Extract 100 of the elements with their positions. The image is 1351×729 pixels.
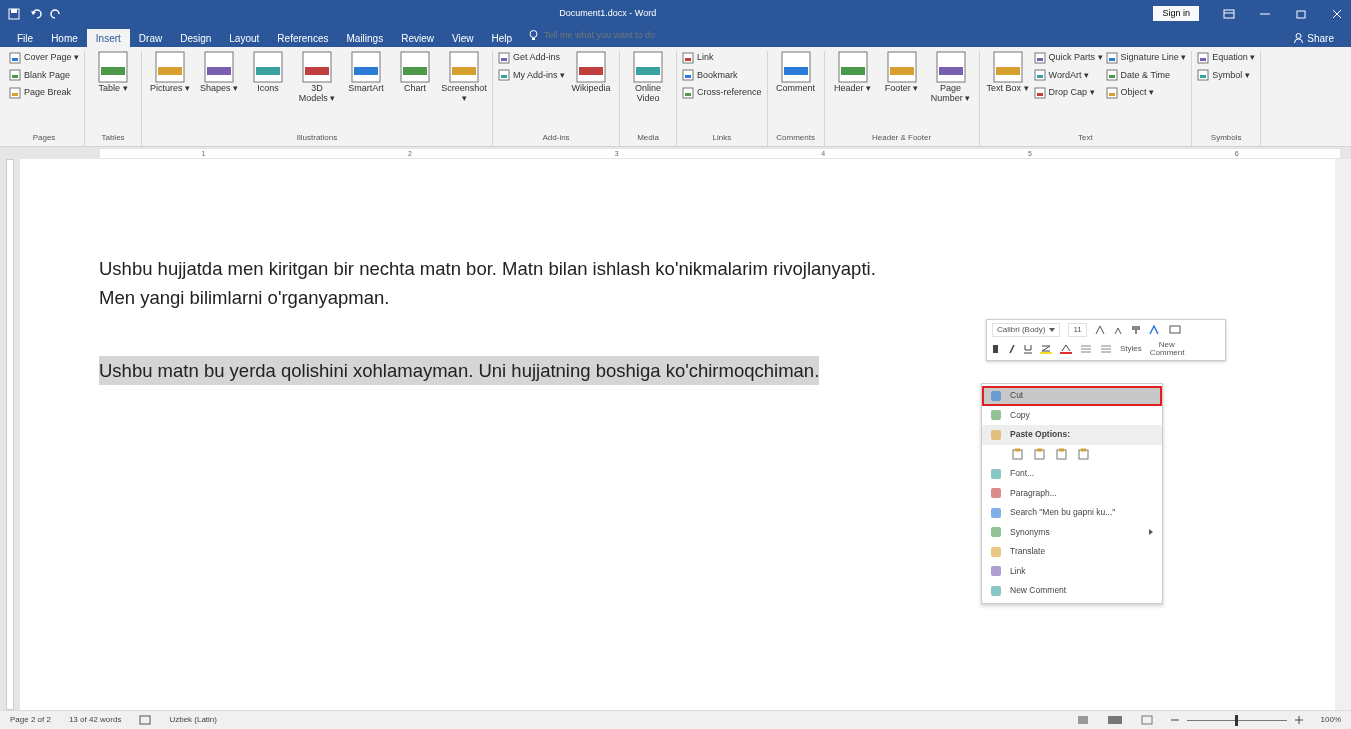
window-title: Document1.docx - Word [558, 6, 658, 20]
document-icon [351, 51, 382, 83]
save-icon[interactable] [8, 7, 20, 20]
new-comment-button[interactable]: New Comment [1149, 341, 1184, 357]
styles-button[interactable]: Styles [1120, 343, 1142, 355]
underline-icon[interactable] [1024, 344, 1032, 354]
ribbon-tab[interactable]: Help [482, 29, 522, 47]
ribbon-button[interactable]: Equation ▾ [1197, 51, 1256, 65]
italic-icon[interactable] [1008, 344, 1016, 354]
ribbon-button[interactable]: Drop Cap ▾ [1033, 86, 1103, 100]
ribbon-button[interactable]: Icons [245, 51, 292, 132]
ribbon-tab[interactable]: Review [392, 29, 443, 47]
ribbon-button[interactable]: Quick Parts ▾ [1033, 51, 1103, 65]
tell-me-field[interactable]: Tell me what you want to do [542, 27, 703, 43]
close-icon[interactable] [1331, 8, 1343, 19]
ribbon-button[interactable]: Page Break [9, 86, 80, 100]
undo-icon[interactable] [30, 7, 44, 20]
ribbon-button[interactable]: Link [682, 51, 762, 65]
menu-item-icon [990, 467, 1002, 480]
ribbon-button[interactable]: Bookmark [682, 68, 762, 82]
styles-icon[interactable] [1148, 325, 1161, 335]
clipboard-icon[interactable] [1056, 448, 1068, 461]
ribbon-button[interactable]: SmartArt [343, 51, 390, 132]
format-painter-icon[interactable] [1130, 325, 1141, 335]
document-icon [1105, 51, 1118, 64]
ribbon-button[interactable]: Object ▾ [1105, 86, 1187, 100]
ribbon-tab[interactable]: File [8, 29, 43, 47]
menu-item[interactable]: New Comment [982, 581, 1162, 601]
font-size-field[interactable]: 11 [1068, 323, 1087, 337]
zoom-thumb[interactable] [1235, 714, 1239, 726]
ribbon-button[interactable]: Cover Page ▾ [9, 51, 80, 65]
zoom-in-icon[interactable] [1294, 716, 1303, 724]
zoom-level[interactable]: 100% [1320, 714, 1341, 726]
ribbon-button[interactable]: Comment [772, 51, 819, 132]
clipboard-icon[interactable] [1012, 448, 1024, 461]
document-icon [400, 51, 431, 83]
ribbon-tab[interactable]: References [268, 29, 338, 47]
word-count[interactable]: 13 of 42 words [68, 714, 122, 726]
menu-item[interactable]: Cut [982, 386, 1162, 406]
web-layout-icon[interactable] [1140, 715, 1153, 725]
ribbon-button[interactable]: 3D Models ▾ [294, 51, 341, 132]
group-label: Links [711, 132, 733, 144]
language-label[interactable]: Uzbek (Latin) [169, 714, 217, 726]
ribbon-button[interactable]: Symbol ▾ [1197, 68, 1256, 82]
print-layout-icon[interactable] [1106, 715, 1123, 725]
sign-in-button[interactable]: Sign in [1153, 5, 1199, 22]
document-icon [9, 86, 21, 99]
ribbon-button[interactable]: Screenshot ▾ [441, 51, 488, 132]
grow-font-icon[interactable] [1094, 325, 1105, 335]
ribbon-button[interactable]: Signature Line ▾ [1105, 51, 1187, 65]
redo-icon[interactable] [50, 7, 62, 20]
ribbon-button[interactable]: Online Video [625, 51, 672, 132]
share-button[interactable]: Share [1285, 29, 1343, 47]
ribbon-button[interactable]: Footer ▾ [878, 51, 925, 132]
menu-item[interactable]: Search "Men bu gapni ku..." [982, 503, 1162, 523]
clipboard-icon[interactable] [1078, 448, 1090, 461]
ribbon-tab[interactable]: Draw [129, 29, 172, 47]
menu-item[interactable]: Link [982, 561, 1162, 581]
ribbon-tab[interactable]: Design [171, 29, 221, 47]
ribbon-button[interactable]: Page Number ▾ [927, 51, 974, 132]
document-icon [1197, 51, 1210, 64]
highlight-icon[interactable] [1040, 344, 1052, 354]
ribbon-button[interactable]: Shapes ▾ [196, 51, 243, 132]
ribbon-button[interactable]: Get Add-ins [498, 51, 566, 65]
clipboard-icon[interactable] [1034, 448, 1046, 461]
ribbon-tab[interactable]: Home [42, 29, 87, 47]
ribbon-tab[interactable]: Layout [220, 29, 269, 47]
read-mode-icon[interactable] [1076, 715, 1089, 725]
group-label: Add-ins [541, 132, 571, 144]
ribbon-button[interactable]: Cross-reference [682, 86, 762, 100]
ribbon-tab[interactable]: View [442, 29, 483, 47]
comment-icon[interactable] [1168, 325, 1181, 335]
ribbon-tab[interactable]: Insert [86, 29, 130, 47]
font-field[interactable]: Calibri (Body) [992, 323, 1061, 337]
menu-item[interactable]: Translate [982, 542, 1162, 562]
shrink-font-icon[interactable] [1112, 325, 1123, 335]
menu-item[interactable]: Copy [982, 405, 1162, 425]
zoom-out-icon[interactable] [1170, 716, 1179, 724]
ribbon-button[interactable]: Text Box ▾ [984, 51, 1031, 132]
ribbon-button[interactable]: Table ▾ [90, 51, 137, 132]
bold-icon[interactable] [992, 344, 1000, 354]
font-color-icon[interactable] [1060, 344, 1072, 354]
ribbon-button[interactable]: Chart [392, 51, 439, 132]
document-icon [302, 51, 333, 83]
ribbon-button[interactable]: Wikipedia [568, 51, 615, 132]
restore-icon[interactable] [1295, 8, 1307, 19]
ribbon-button[interactable]: Header ▾ [829, 51, 876, 132]
ribbon-button[interactable]: Blank Page [9, 68, 80, 82]
ribbon-button[interactable]: Date & Time [1105, 68, 1187, 82]
scrollbar[interactable] [1335, 159, 1351, 710]
ribbon-button[interactable]: Pictures ▾ [147, 51, 194, 132]
menu-item[interactable]: Font... [982, 464, 1162, 484]
proofing-icon[interactable] [139, 715, 152, 725]
menu-item[interactable]: Synonyms [982, 522, 1162, 542]
ribbon-button[interactable]: My Add-ins ▾ [498, 68, 566, 82]
ribbon-display-icon[interactable] [1223, 8, 1235, 19]
page-count[interactable]: Page 2 of 2 [10, 714, 51, 726]
ribbon-button[interactable]: WordArt ▾ [1033, 68, 1103, 82]
menu-item[interactable]: Paragraph... [982, 483, 1162, 503]
ribbon-tab[interactable]: Mailings [337, 29, 393, 47]
